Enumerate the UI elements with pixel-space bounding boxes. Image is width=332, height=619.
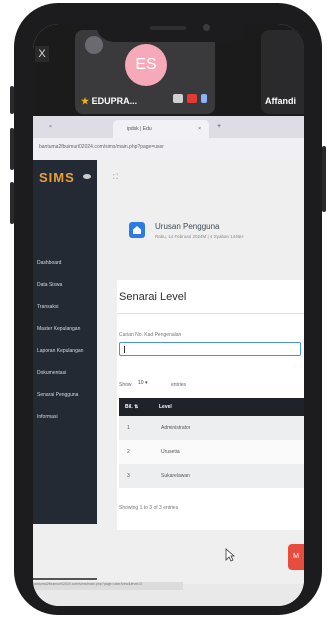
cell-bil: 3 (119, 464, 153, 488)
side-tab-button[interactable]: M (288, 544, 304, 570)
close-call-button[interactable]: X (35, 46, 49, 62)
entries-label: entries (171, 382, 187, 388)
search-label: Carian No. Kad Pengenalan (119, 332, 182, 338)
speaker-grille (150, 26, 186, 30)
power-button (322, 146, 326, 212)
camera-notch (96, 14, 246, 42)
table-row[interactable]: 2 Urusetia (119, 440, 304, 464)
avatar: ES (125, 44, 167, 86)
sort-icon: ⇅ (134, 404, 139, 410)
participant-name-label: EDUPRA... (91, 96, 138, 106)
new-tab-button[interactable]: + (217, 123, 221, 130)
scrollbar[interactable] (33, 578, 97, 580)
cell-level: Urusetia (153, 440, 304, 464)
sidebar: SIMS Dashboard Data Siswa Transaksi Mast… (33, 160, 97, 524)
cell-level: Sukarelawan (153, 464, 304, 488)
app-logo: SIMS (39, 170, 75, 185)
page-title: Urusan Pengguna (155, 222, 220, 231)
entries-value: 10 (138, 380, 144, 386)
participant-tile-affandi[interactable]: Affandi (261, 30, 304, 114)
table-info: Showing 1 to 3 of 3 entries (119, 505, 179, 511)
url-text[interactable]: bantuma2fbuimuri02024.com/sims/main.php?… (39, 144, 164, 150)
sidebar-item-transaksi[interactable]: Transaksi (37, 304, 59, 310)
sidebar-item-informasi[interactable]: Informasi (37, 414, 58, 420)
chevron-down-icon: ▾ (144, 380, 148, 386)
show-label: Show (119, 382, 132, 388)
divider (117, 313, 304, 314)
tab-close-icon[interactable]: × (198, 126, 201, 132)
cell-level: Administrator (153, 416, 304, 440)
text-caret (124, 346, 125, 353)
home-icon (129, 222, 145, 238)
header-bil-label: Bil. (125, 404, 133, 410)
address-bar[interactable]: bantuma2fbuimuri02024.com/sims/main.php?… (33, 138, 304, 160)
chat-icon[interactable] (173, 94, 183, 103)
sidebar-item-pengguna[interactable]: Senarai Pengguna (37, 392, 78, 398)
camera-off-icon[interactable] (187, 94, 197, 103)
mouse-cursor-icon (225, 548, 235, 562)
pin-icon[interactable] (85, 36, 103, 54)
volume-down-button (10, 182, 14, 224)
table-row[interactable]: 3 Sukarelawan (119, 464, 304, 488)
search-input[interactable] (119, 342, 301, 356)
participant-name: ★ EDUPRA... (81, 96, 137, 107)
star-icon: ★ (81, 96, 90, 106)
phone-screen: X ES ★ EDUPRA... Affandi × ipdsk | Edu ×… (33, 24, 304, 606)
participant-tile[interactable]: ES ★ EDUPRA... (75, 30, 215, 114)
sidebar-item-data[interactable]: Data Siswa (37, 282, 62, 288)
toggle-sidebar-icon[interactable] (83, 174, 91, 179)
status-url: bantuma2fbuimuri02024.com/sims/main.php?… (33, 582, 183, 590)
entries-select[interactable]: 10 ▾ (138, 380, 152, 388)
fullscreen-icon[interactable]: ⛶ (113, 174, 118, 182)
sidebar-item-master[interactable]: Master Kepulangan (37, 326, 80, 332)
cell-bil: 2 (119, 440, 153, 464)
microphone-icon[interactable] (201, 94, 207, 103)
sidebar-item-dokumentasi[interactable]: Dokumentasi (37, 370, 66, 376)
column-header-bil[interactable]: Bil. ⇅ (119, 398, 153, 416)
tab-close-icon[interactable]: × (49, 124, 52, 130)
app-area: SIMS Dashboard Data Siswa Transaksi Mast… (33, 160, 304, 584)
browser-tab[interactable]: ipdsk | Edu × (113, 120, 209, 138)
table-row[interactable]: 1 Administrator (119, 416, 304, 440)
participant-name-affandi: Affandi (265, 96, 296, 106)
sidebar-item-laporan[interactable]: Laporan Kepulangan (37, 348, 83, 354)
mute-switch (10, 86, 14, 114)
front-camera (203, 24, 210, 31)
cell-bil: 1 (119, 416, 153, 440)
volume-up-button (10, 128, 14, 170)
column-header-level[interactable]: Level (153, 398, 304, 416)
browser-tab-bar: × ipdsk | Edu × + (33, 116, 304, 138)
page-date: Rabu, 14 Februari 2024M | 4 Syaban 1445H (155, 234, 244, 239)
tab-title: ipdsk | Edu (127, 126, 152, 132)
sidebar-item-dashboard[interactable]: Dashboard (37, 260, 61, 266)
level-table: Bil. ⇅ Level 1 Administrator 2 Urusetia 3S… (119, 398, 304, 488)
panel-title: Senarai Level (119, 291, 187, 303)
